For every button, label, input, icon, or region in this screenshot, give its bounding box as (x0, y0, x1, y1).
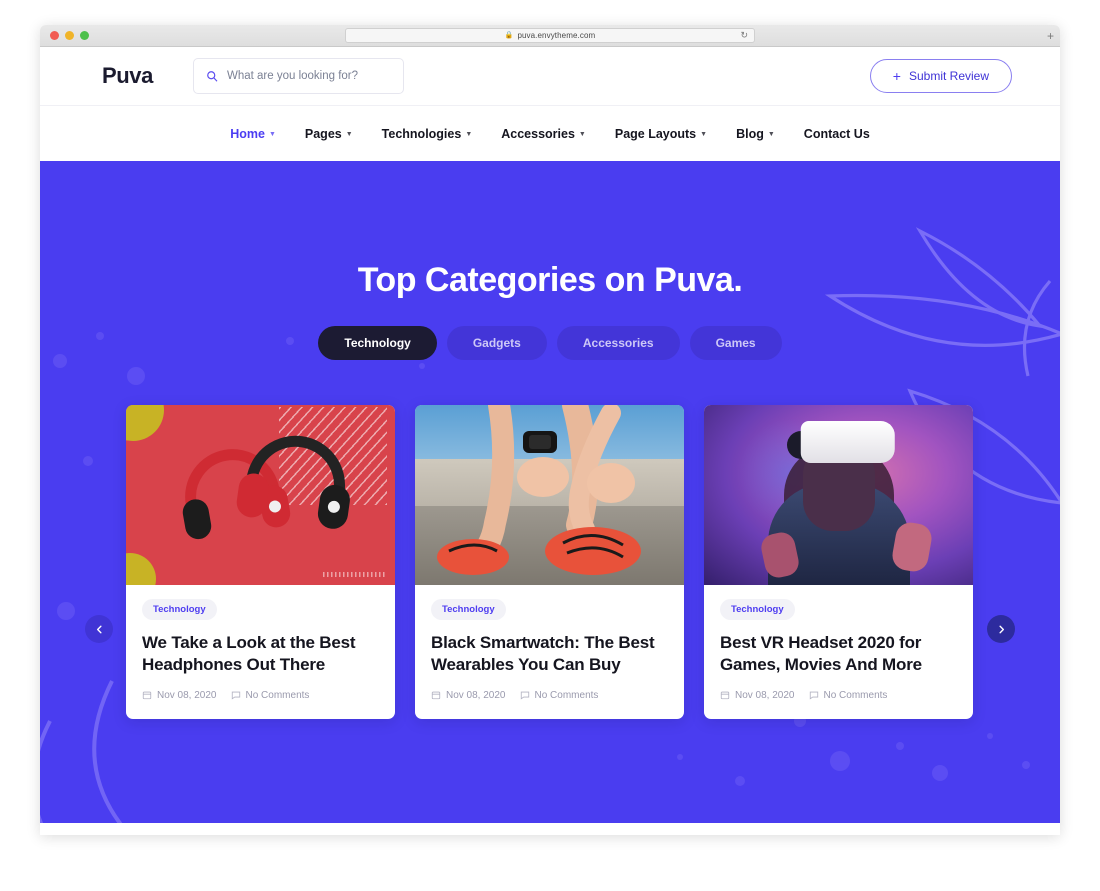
minimize-window-button[interactable] (65, 31, 74, 40)
nav-item-label: Contact Us (803, 126, 870, 141)
post-card-body: Technology We Take a Look at the Best He… (126, 585, 395, 719)
category-tab-label: Accessories (582, 336, 654, 350)
comment-icon (520, 691, 529, 700)
chevron-down-icon: ▼ (268, 131, 276, 138)
category-tab-label: Games (715, 336, 756, 350)
post-comments: No Comments (520, 689, 599, 701)
post-title[interactable]: Best VR Headset 2020 for Games, Movies A… (720, 632, 957, 676)
post-date: Nov 08, 2020 (431, 690, 506, 701)
calendar-icon (431, 691, 441, 700)
category-tab-gadgets[interactable]: Gadgets (446, 326, 547, 360)
post-comments-label: No Comments (823, 689, 888, 701)
category-tab-technology[interactable]: Technology (318, 326, 437, 360)
site-header: Puva + Submit Review (40, 47, 1060, 105)
post-meta: Nov 08, 2020 No Comments (142, 690, 379, 701)
new-tab-button[interactable]: + (1047, 30, 1054, 42)
nav-item-accessories[interactable]: Accessories ▼ (501, 127, 586, 141)
submit-review-button[interactable]: + Submit Review (869, 59, 1012, 93)
search-box[interactable] (192, 58, 404, 94)
category-tab-accessories[interactable]: Accessories (556, 326, 680, 360)
chevron-down-icon: ▼ (700, 131, 708, 138)
post-meta: Nov 08, 2020 No Comments (431, 690, 668, 701)
chevron-left-icon (96, 625, 102, 633)
category-badge[interactable]: Technology (431, 599, 506, 620)
traffic-lights (50, 31, 89, 40)
chevron-down-icon: ▼ (578, 131, 586, 138)
carousel-prev-button[interactable] (85, 615, 113, 643)
chevron-right-icon (998, 625, 1004, 633)
category-tab-label: Gadgets (472, 336, 521, 350)
nav-item-contact-us[interactable]: Contact Us (804, 127, 870, 141)
headphones-illustration (126, 405, 395, 585)
reload-icon[interactable]: ↻ (740, 31, 748, 40)
nav-item-label: Technologies (381, 126, 462, 141)
post-card[interactable]: Technology Best VR Headset 2020 for Game… (704, 405, 973, 719)
calendar-icon (142, 691, 152, 700)
main-navigation: Home ▼ Pages ▼ Technologies ▼ Accessorie… (40, 105, 1060, 161)
post-carousel: Technology We Take a Look at the Best He… (40, 405, 1060, 719)
nav-item-home[interactable]: Home ▼ (230, 127, 276, 141)
category-tabs: Technology Gadgets Accessories Games (40, 326, 1060, 360)
comment-icon (809, 691, 818, 700)
post-card[interactable]: Technology We Take a Look at the Best He… (126, 405, 395, 719)
hero-title: Top Categories on Puva. (357, 261, 743, 299)
chevron-down-icon: ▼ (767, 131, 775, 138)
vr-goggles (800, 421, 895, 463)
url-text: puva.envytheme.com (517, 31, 596, 40)
browser-chrome: 🔒 puva.envytheme.com ↻ + (40, 25, 1060, 47)
chevron-down-icon: ▼ (465, 131, 473, 138)
close-window-button[interactable] (50, 31, 59, 40)
card-list: Technology We Take a Look at the Best He… (126, 405, 974, 719)
site-logo[interactable]: Puva (102, 63, 153, 89)
nav-item-label: Blog (736, 126, 764, 141)
carousel-next-button[interactable] (987, 615, 1015, 643)
post-date-label: Nov 08, 2020 (157, 689, 217, 701)
post-date: Nov 08, 2020 (720, 690, 795, 701)
search-icon (206, 70, 218, 82)
address-bar[interactable]: 🔒 puva.envytheme.com ↻ (345, 28, 755, 43)
nav-item-page-layouts[interactable]: Page Layouts ▼ (615, 127, 707, 141)
nav-item-pages[interactable]: Pages ▼ (305, 127, 353, 141)
nav-item-label: Page Layouts (614, 126, 697, 141)
post-date-label: Nov 08, 2020 (735, 689, 795, 701)
nav-item-label: Pages (304, 126, 342, 141)
post-comments-label: No Comments (245, 689, 310, 701)
post-image-smartwatch (415, 405, 684, 585)
comment-icon (231, 691, 240, 700)
post-image-headphones (126, 405, 395, 585)
post-card-body: Technology Black Smartwatch: The Best We… (415, 585, 684, 719)
post-comments: No Comments (809, 689, 888, 701)
browser-window: 🔒 puva.envytheme.com ↻ + Puva + Submit R… (40, 25, 1060, 835)
post-title[interactable]: Black Smartwatch: The Best Wearables You… (431, 632, 668, 676)
nav-item-label: Accessories (501, 126, 575, 141)
post-image-vr-headset (704, 405, 973, 585)
post-title[interactable]: We Take a Look at the Best Headphones Ou… (142, 632, 379, 676)
submit-review-label: Submit Review (908, 69, 989, 83)
post-date: Nov 08, 2020 (142, 690, 217, 701)
category-tab-label: Technology (344, 336, 411, 350)
category-tab-games[interactable]: Games (689, 326, 782, 360)
category-badge[interactable]: Technology (142, 599, 217, 620)
search-input[interactable] (226, 70, 391, 82)
lock-icon: 🔒 (504, 32, 514, 39)
runner-illustration (437, 405, 641, 575)
post-date-label: Nov 08, 2020 (446, 689, 506, 701)
category-badge[interactable]: Technology (720, 599, 795, 620)
post-card-body: Technology Best VR Headset 2020 for Game… (704, 585, 973, 719)
post-comments-label: No Comments (534, 689, 599, 701)
post-meta: Nov 08, 2020 No Comments (720, 690, 957, 701)
nav-item-blog[interactable]: Blog ▼ (736, 127, 775, 141)
maximize-window-button[interactable] (80, 31, 89, 40)
nav-item-label: Home (230, 126, 265, 141)
calendar-icon (720, 691, 730, 700)
post-card[interactable]: Technology Black Smartwatch: The Best We… (415, 405, 684, 719)
plus-icon: + (892, 68, 901, 84)
post-comments: No Comments (231, 689, 310, 701)
nav-item-technologies[interactable]: Technologies ▼ (382, 127, 473, 141)
chevron-down-icon: ▼ (345, 131, 353, 138)
hero-section: Top Categories on Puva. Technology Gadge… (40, 161, 1060, 823)
